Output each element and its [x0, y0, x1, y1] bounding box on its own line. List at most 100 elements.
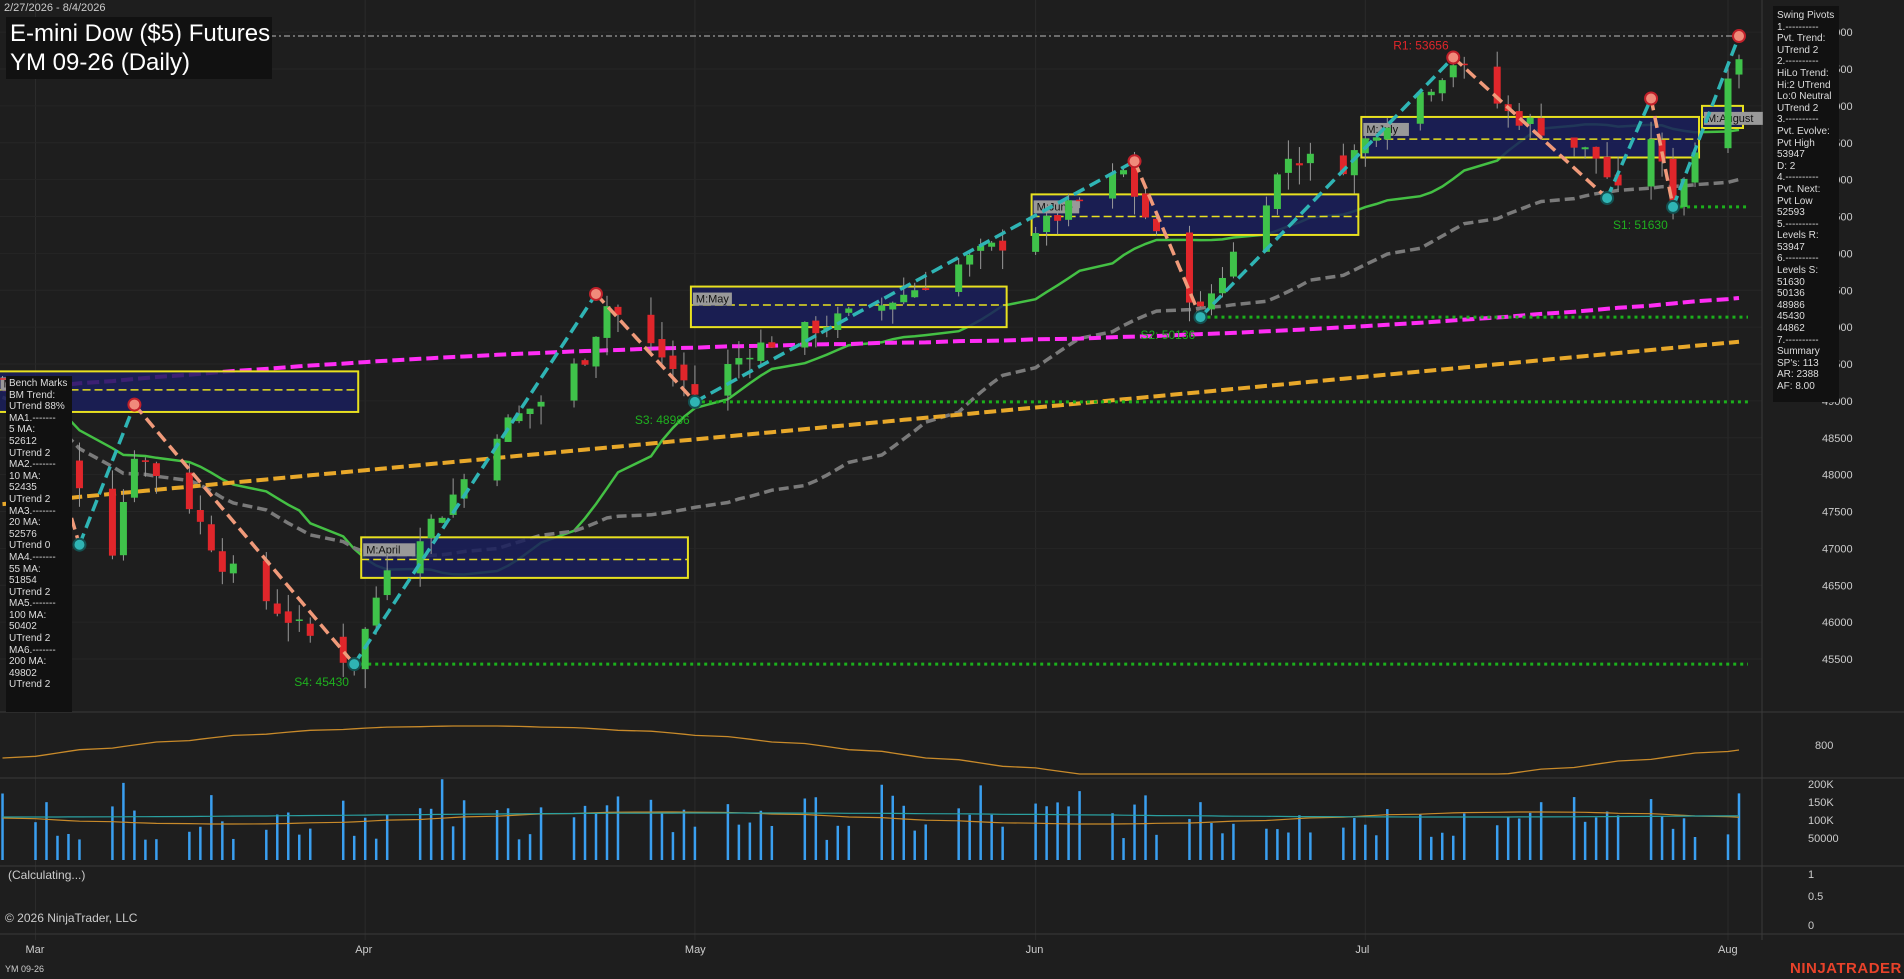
candle	[1284, 140, 1292, 190]
candle	[1306, 142, 1314, 181]
swing-pivots-line: Pvt. Next:	[1777, 183, 1821, 195]
time-tick-label: May	[685, 944, 706, 956]
candle-body	[141, 460, 149, 462]
candle-body	[438, 517, 446, 523]
swing-pivots-line: Levels S:	[1777, 265, 1819, 277]
candle-body	[1647, 139, 1655, 187]
candle-body	[1120, 170, 1128, 175]
benchmarks-line: 55 MA:	[9, 563, 41, 575]
candle-body	[691, 384, 699, 395]
candle-body	[1218, 277, 1226, 294]
monthly-box: M:May	[689, 285, 1008, 329]
candle-body	[284, 611, 292, 623]
swing-pivots-line: 44862	[1777, 323, 1805, 335]
candle	[614, 304, 622, 333]
candle-body	[1603, 156, 1611, 178]
swing-pivots-line: Swing Pivots	[1777, 10, 1835, 21]
candle-body	[746, 357, 754, 360]
candle-body	[185, 472, 193, 510]
candle	[801, 321, 809, 355]
footer-symbol: YM 09-26	[5, 964, 45, 974]
benchmarks-line: 52576	[9, 528, 37, 540]
swing-pivots-panel: Swing Pivots 1.---------- Pvt. Trend: UTren…	[1773, 6, 1839, 402]
candle-body	[1691, 152, 1699, 183]
benchmarks-line: MA4.-------	[9, 551, 56, 563]
candle-body	[119, 501, 127, 556]
instrument-subtitle: YM 09-26 (Daily)	[10, 49, 191, 76]
moving-average-lines	[1, 123, 1740, 576]
swing-pivots-line: 1.----------	[1777, 21, 1819, 33]
pivot-up-leg	[352, 292, 598, 666]
candle	[1592, 146, 1600, 174]
candle	[768, 336, 776, 349]
pivot-high-marker	[1644, 91, 1659, 106]
candle	[361, 627, 369, 689]
candle	[196, 495, 204, 535]
swing-pivots-line: 45430	[1777, 311, 1805, 323]
lower-panel-tick-label: 0.5	[1808, 891, 1823, 903]
pivot-high-marker	[1731, 29, 1746, 44]
candle-body	[218, 551, 226, 572]
candle	[911, 282, 919, 298]
monthly-box: M:April	[360, 536, 689, 579]
swing-pivots-line: UTrend 2	[1777, 44, 1819, 56]
candle-body	[1449, 65, 1457, 78]
swing-pivots-line: AF: 8.00	[1777, 381, 1815, 392]
time-tick-label: Aug	[1718, 944, 1738, 956]
swing-pivots-line: 50136	[1777, 288, 1805, 300]
benchmarks-panel: Bench Marks BM Trend: UTrend 88% MA1.------…	[6, 376, 72, 712]
price-tick-label: 47500	[1822, 507, 1853, 519]
pivot-low-marker	[72, 537, 87, 552]
candle-body	[1273, 174, 1281, 209]
pivot-low-marker	[347, 657, 362, 672]
candle-body	[900, 294, 908, 303]
monthly-box: M:August	[1701, 104, 1763, 129]
benchmarks-line: UTrend 2	[9, 447, 51, 459]
benchmarks-line: Bench Marks	[9, 378, 68, 389]
candle-body	[273, 603, 281, 614]
oscillator-tick-label: 800	[1815, 740, 1833, 752]
candle-body	[1537, 118, 1545, 136]
candle	[273, 589, 281, 617]
candle-body	[1581, 147, 1589, 150]
candle	[537, 395, 545, 425]
volume-tick-label: 200K	[1808, 779, 1834, 791]
benchmarks-line: 49802	[9, 667, 37, 679]
oscillator-panel: 800	[2, 725, 1833, 775]
candle-body	[1076, 199, 1084, 202]
candle-body	[680, 364, 688, 381]
candle	[1273, 172, 1281, 215]
instrument-title: E-mini Dow ($5) Futures	[10, 20, 271, 47]
candle-body	[1735, 59, 1743, 75]
candle-body	[207, 524, 215, 551]
candle-body	[647, 314, 655, 344]
candle-body	[306, 623, 314, 636]
benchmarks-line: 52435	[9, 482, 37, 494]
candle	[570, 358, 578, 408]
swing-pivots-line: 53947	[1777, 149, 1805, 161]
pivot-low-marker	[1600, 191, 1615, 206]
price-tick-label: 46000	[1822, 617, 1853, 629]
candle-body	[757, 342, 765, 361]
price-tick-label: 46500	[1822, 580, 1853, 592]
candle-body	[1185, 232, 1193, 303]
candle-body	[768, 342, 776, 348]
price-tick-label: 45500	[1822, 654, 1853, 666]
candle-body	[229, 563, 237, 574]
swing-pivots-line: D: 2	[1777, 160, 1796, 172]
candle-body	[372, 597, 380, 626]
price-chart[interactable]: M:MarchM:AprilM:MayM:JuneM:JulyM:August …	[0, 0, 1904, 979]
swing-pivots-line: 52593	[1777, 207, 1805, 219]
candle-body	[724, 364, 732, 396]
volume-trend-line	[2, 812, 1740, 818]
benchmarks-line: 5 MA:	[9, 424, 36, 436]
swing-pivots-line: Pvt. Trend:	[1777, 33, 1826, 45]
candle-body	[801, 322, 809, 348]
ma-200-line	[2, 339, 1740, 507]
candle	[1427, 88, 1435, 102]
swing-pivots-line: Summary	[1777, 346, 1820, 358]
candle-body	[966, 254, 974, 265]
lower-panel-tick-label: 1	[1808, 869, 1814, 881]
candle-body	[295, 619, 303, 621]
candle-body	[108, 488, 116, 556]
